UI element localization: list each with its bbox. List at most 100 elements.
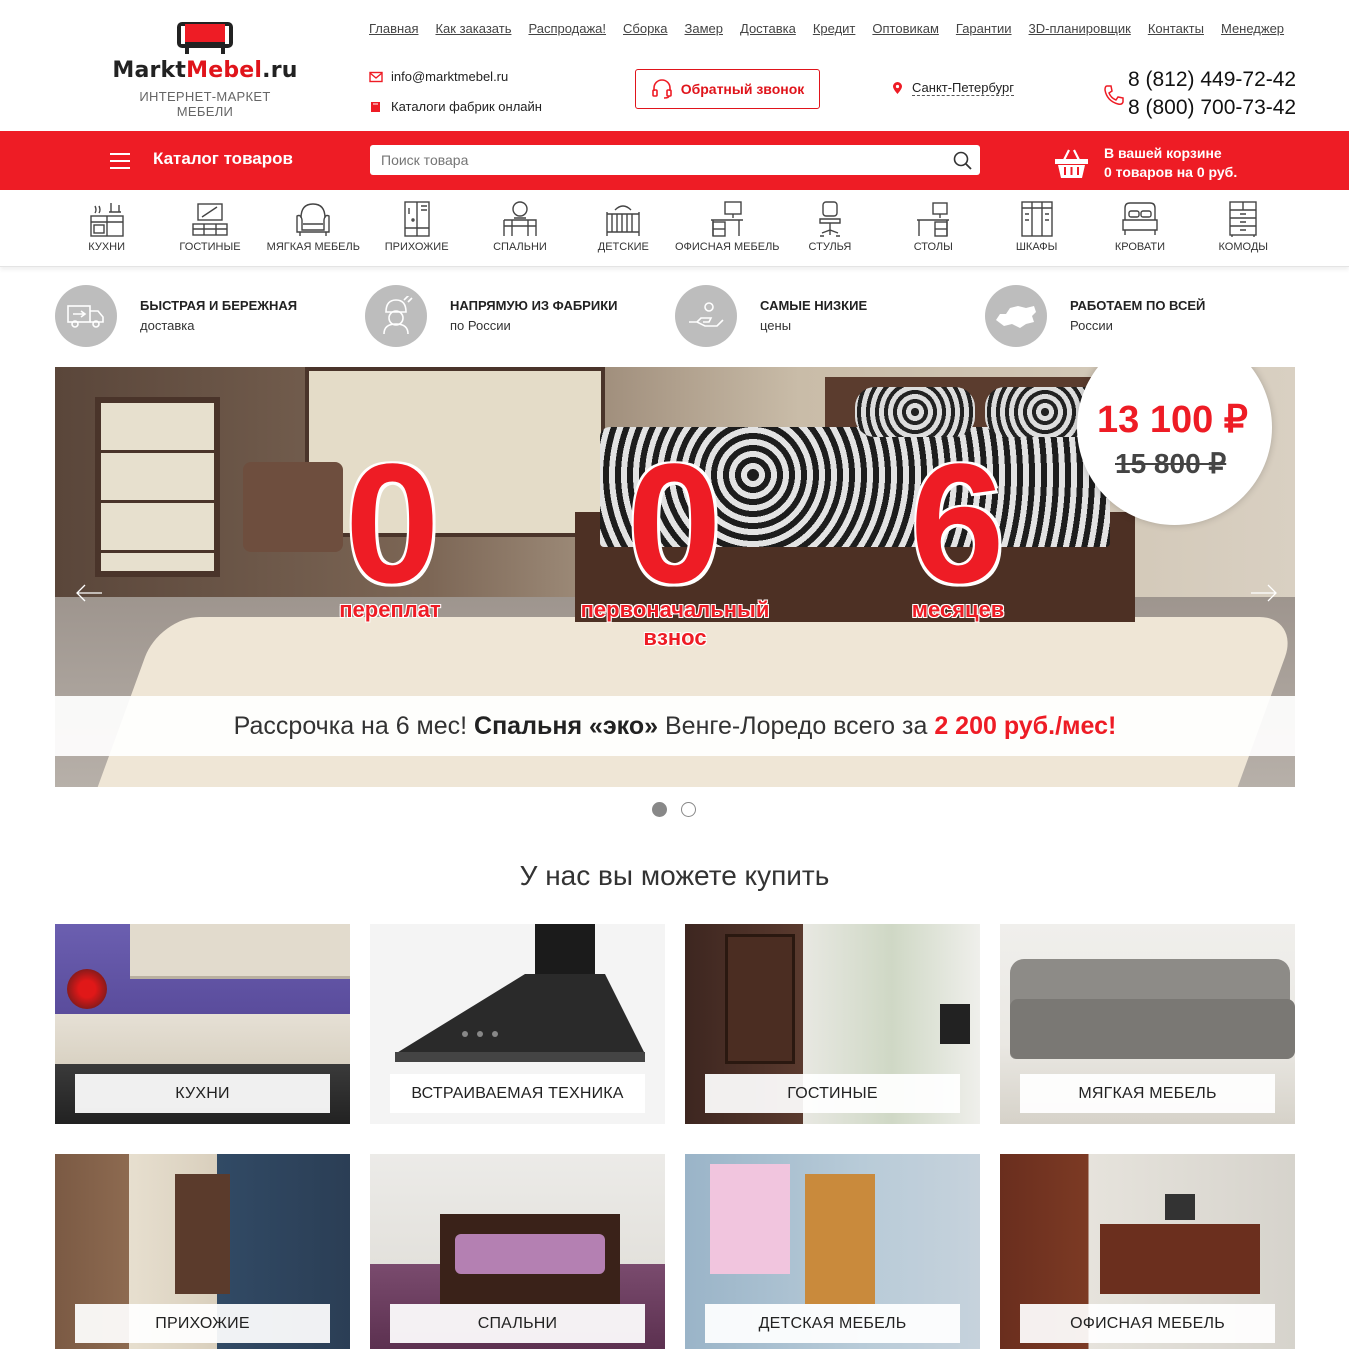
slider-pagination bbox=[652, 802, 696, 817]
category-office[interactable]: ОФИСНАЯ МЕБЕЛЬ bbox=[675, 190, 780, 266]
category-chests[interactable]: КОМОДЫ bbox=[1192, 190, 1295, 266]
tile-image-bedding bbox=[455, 1234, 605, 1274]
advantage-title: БЫСТРАЯ И БЕРЕЖНАЯ bbox=[140, 298, 298, 313]
tv-stand-icon bbox=[192, 203, 228, 236]
wardrobe-icon bbox=[1020, 201, 1053, 237]
tile-image-tv bbox=[940, 1004, 970, 1044]
basket-icon bbox=[1055, 149, 1088, 178]
email-link[interactable]: info@marktmebel.ru bbox=[369, 69, 508, 84]
category-label: СПАЛЬНИ bbox=[493, 241, 547, 253]
promo-slider[interactable]: 0 0 6 переплат первоначальный взнос меся… bbox=[55, 367, 1295, 787]
category-tables[interactable]: СТОЛЫ bbox=[882, 190, 985, 266]
category-wardrobes[interactable]: ШКАФЫ bbox=[985, 190, 1088, 266]
tile-kitchens[interactable]: КУХНИ bbox=[55, 924, 350, 1124]
phone-number-spb[interactable]: 8 (812) 449-72-42 bbox=[1128, 66, 1296, 94]
slide-banner: Рассрочка на 6 мес! Спальня «эко» Венге-… bbox=[55, 696, 1295, 756]
search-input[interactable] bbox=[370, 145, 930, 175]
city-name: Санкт-Петербург bbox=[912, 80, 1014, 96]
tile-bedrooms[interactable]: СПАЛЬНИ bbox=[370, 1154, 665, 1349]
tile-office[interactable]: ОФИСНАЯ МЕБЕЛЬ bbox=[1000, 1154, 1295, 1349]
banner-text: Венге-Лоредо всего за bbox=[658, 712, 935, 740]
email-text: info@marktmebel.ru bbox=[391, 69, 509, 84]
tile-image-cabinet bbox=[805, 1174, 875, 1304]
chest-icon bbox=[1229, 201, 1257, 237]
tile-kids[interactable]: ДЕТСКАЯ МЕБЕЛЬ bbox=[685, 1154, 980, 1349]
category-kids[interactable]: ДЕТСКИЕ bbox=[572, 190, 675, 266]
crib-icon bbox=[606, 205, 640, 236]
category-chairs[interactable]: СТУЛЬЯ bbox=[778, 190, 881, 266]
phone-number-russia[interactable]: 8 (800) 700-73-42 bbox=[1128, 94, 1296, 122]
promo-digit-months: 6 bbox=[910, 429, 1005, 619]
tile-image-shelf bbox=[725, 934, 795, 1064]
nav-link-manager[interactable]: Менеджер bbox=[1221, 21, 1284, 36]
category-soft-furniture[interactable]: МЯГКАЯ МЕБЕЛЬ bbox=[262, 190, 365, 266]
category-label: КУХНИ bbox=[88, 241, 126, 253]
tile-caption: ОФИСНАЯ МЕБЕЛЬ bbox=[1020, 1304, 1275, 1343]
tile-image-cabinets bbox=[130, 924, 350, 979]
advantage-title: РАБОТАЕМ ПО ВСЕЙ bbox=[1070, 298, 1206, 313]
nav-link-3d-planner[interactable]: 3D-планировщик bbox=[1029, 21, 1131, 36]
desk-icon bbox=[917, 202, 950, 237]
category-kitchens[interactable]: КУХНИ bbox=[55, 190, 158, 266]
search-icon[interactable] bbox=[953, 151, 972, 170]
catalog-button[interactable]: Каталог товаров bbox=[153, 149, 293, 169]
range-hood-image bbox=[395, 924, 645, 1062]
promo-digit-overpay: 0 bbox=[345, 429, 440, 619]
category-label: СТОЛЫ bbox=[913, 241, 953, 253]
tile-living-rooms[interactable]: ГОСТИНЫЕ bbox=[685, 924, 980, 1124]
slider-dot-2[interactable] bbox=[681, 802, 696, 817]
category-living-rooms[interactable]: ГОСТИНЫЕ bbox=[158, 190, 261, 266]
callback-button[interactable]: Обратный звонок bbox=[635, 69, 820, 109]
tile-soft-furniture[interactable]: МЯГКАЯ МЕБЕЛЬ bbox=[1000, 924, 1295, 1124]
nav-link-contacts[interactable]: Контакты bbox=[1148, 21, 1204, 36]
category-label: ДЕТСКИЕ bbox=[597, 241, 649, 253]
city-selector[interactable]: Санкт-Петербург bbox=[893, 80, 1014, 96]
catalogs-text: Каталоги фабрик онлайн bbox=[391, 99, 542, 114]
tile-appliances[interactable]: ВСТРАИВАЕМАЯ ТЕХНИКА bbox=[370, 924, 665, 1124]
cart-widget[interactable]: В вашей корзине 0 товаров на 0 руб. bbox=[1054, 144, 1237, 182]
logo[interactable]: MarktMebel.ru ИНТЕРНЕТ-МАРКЕТ МЕБЕЛИ bbox=[110, 18, 300, 119]
catalogs-link[interactable]: Каталоги фабрик онлайн bbox=[369, 99, 542, 114]
nav-link-home[interactable]: Главная bbox=[369, 21, 418, 36]
book-icon bbox=[371, 101, 380, 112]
nav-link-how-to-order[interactable]: Как заказать bbox=[435, 21, 511, 36]
nav-link-measure[interactable]: Замер bbox=[685, 21, 723, 36]
category-bedrooms[interactable]: СПАЛЬНИ bbox=[468, 190, 571, 266]
nav-link-assembly[interactable]: Сборка bbox=[623, 21, 668, 36]
slider-prev-arrow-icon[interactable] bbox=[75, 579, 103, 607]
advantage-title: САМЫЕ НИЗКИЕ bbox=[760, 298, 868, 313]
bed-icon bbox=[1122, 202, 1158, 235]
armchair-icon bbox=[296, 203, 331, 236]
advantage-factory: НАПРЯМУЮ ИЗ ФАБРИКИ по России bbox=[365, 285, 617, 347]
promo-digit-downpayment: 0 bbox=[627, 429, 722, 619]
office-desk-icon bbox=[710, 201, 743, 237]
callback-label: Обратный звонок bbox=[680, 81, 805, 97]
banner-price: 2 200 руб./мес! bbox=[934, 712, 1117, 740]
slide-pouf-image bbox=[243, 462, 343, 552]
nav-link-warranty[interactable]: Гарантии bbox=[956, 21, 1012, 36]
hand-coin-icon bbox=[675, 285, 737, 347]
tile-caption: ПРИХОЖИЕ bbox=[75, 1304, 330, 1343]
worker-icon bbox=[365, 285, 427, 347]
nav-link-credit[interactable]: Кредит bbox=[813, 21, 856, 36]
advantage-subtitle: России bbox=[1070, 318, 1113, 333]
category-beds[interactable]: КРОВАТИ bbox=[1088, 190, 1191, 266]
tile-image-flowers bbox=[67, 969, 107, 1009]
tile-caption: МЯГКАЯ МЕБЕЛЬ bbox=[1020, 1074, 1275, 1113]
site-header: MarktMebel.ru ИНТЕРНЕТ-МАРКЕТ МЕБЕЛИ Гла… bbox=[0, 0, 1349, 131]
nav-link-sale[interactable]: Распродажа! bbox=[528, 21, 606, 36]
category-hallways[interactable]: ПРИХОЖИЕ bbox=[365, 190, 468, 266]
tile-caption: ГОСТИНЫЕ bbox=[705, 1074, 960, 1113]
brand-tagline: ИНТЕРНЕТ-МАРКЕТ МЕБЕЛИ bbox=[139, 89, 271, 119]
advantage-title: НАПРЯМУЮ ИЗ ФАБРИКИ bbox=[450, 298, 618, 313]
slider-next-arrow-icon[interactable] bbox=[1250, 579, 1278, 607]
slider-dot-1[interactable] bbox=[652, 802, 667, 817]
nav-link-wholesale[interactable]: Оптовикам bbox=[872, 21, 939, 36]
nav-link-delivery[interactable]: Доставка bbox=[740, 21, 796, 36]
price-old: 15 800 ₽ bbox=[1115, 448, 1227, 479]
advantage-subtitle: цены bbox=[760, 318, 792, 333]
tile-hallways[interactable]: ПРИХОЖИЕ bbox=[55, 1154, 350, 1349]
promo-caption-downpayment: первоначальный взнос bbox=[580, 597, 770, 650]
promo-caption-overpay: переплат bbox=[339, 597, 441, 622]
menu-icon[interactable] bbox=[110, 153, 130, 169]
